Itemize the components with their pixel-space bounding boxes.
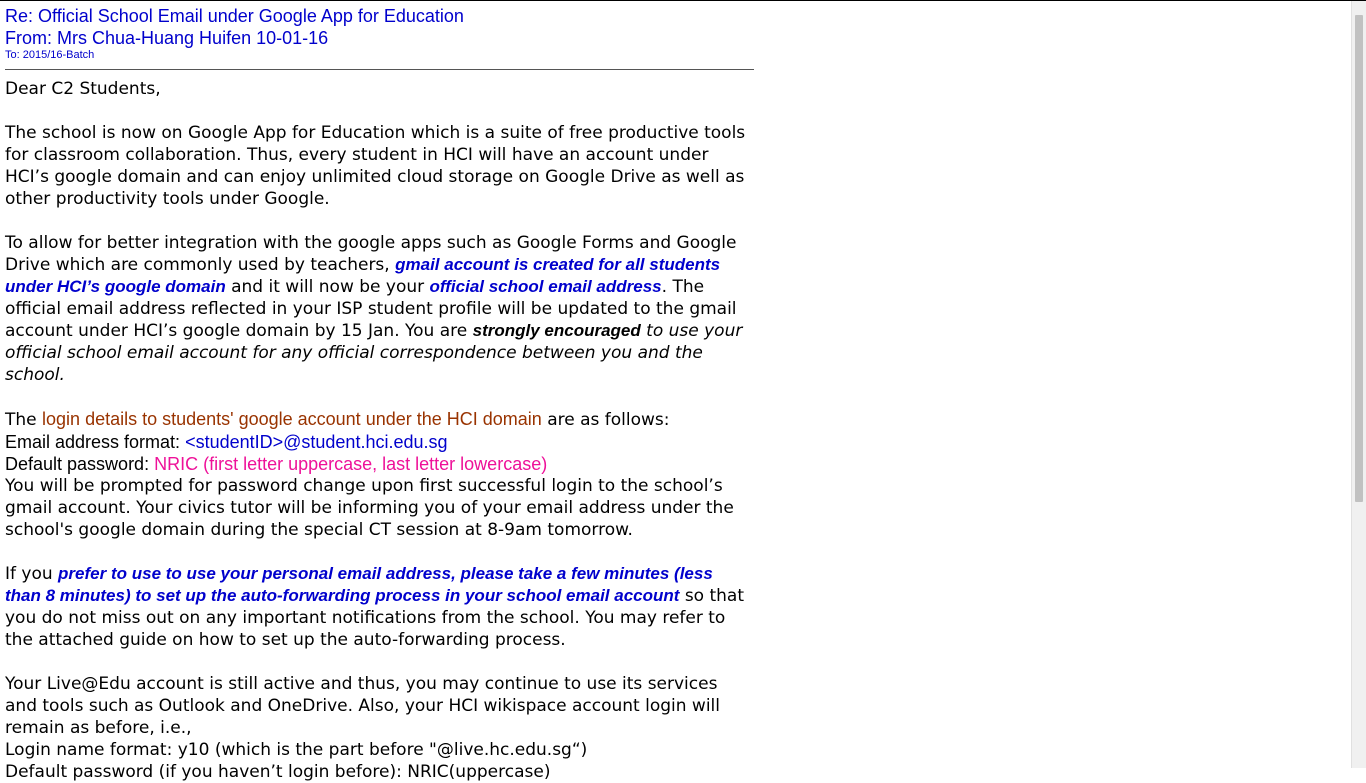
email-from: From: Mrs Chua-Huang Huifen 10-01-16 [5,28,329,48]
top-border [0,0,1366,1]
default-password-value: NRIC (first letter uppercase, last lette… [154,454,548,474]
header-divider [5,69,754,70]
email-message: Re: Official School Email under Google A… [5,5,754,783]
paragraph-forwarding: If you prefer to use to use your persona… [5,563,753,651]
vertical-scrollbar[interactable] [1351,1,1366,768]
emphasis-strongly-encouraged: strongly encouraged [472,321,641,340]
default-password-line: Default password: NRIC (first letter upp… [5,453,753,475]
wikispace-default-password: Default password (if you haven’t login b… [5,762,551,782]
text: and it will now be your [225,277,430,297]
login-intro: The login details to students' google ac… [5,408,753,431]
text: If you [5,564,59,584]
greeting: Dear C2 Students, [5,79,161,99]
paragraph-intro: The school is now on Google App for Educ… [5,123,746,209]
password-change-note: You will be prompted for password change… [5,476,734,540]
email-format-line: Email address format: <studentID>@studen… [5,431,753,453]
paragraph-integration: To allow for better integration with the… [5,232,753,386]
text: are as follows: [541,410,670,430]
emphasis-login-details: login details to students' google accoun… [42,409,542,429]
default-password-label: Default password: [5,454,155,474]
email-to: To: 2015/16-Batch [5,49,95,61]
emphasis-official-email: official school email address [429,277,662,296]
text: The [5,410,43,430]
email-format-value: <studentID>@student.hci.edu.sg [185,432,448,452]
paragraph-live-edu: Your Live@Edu account is still active an… [5,673,753,783]
email-subject: Re: Official School Email under Google A… [5,6,464,26]
login-name-format: Login name format: y10 (which is the par… [5,740,588,760]
paragraph-login-details: The login details to students' google ac… [5,408,753,541]
email-format-label: Email address format: [5,432,186,452]
live-edu-text: Your Live@Edu account is still active an… [5,674,721,738]
scrollbar-thumb[interactable] [1355,15,1363,502]
emphasis-forwarding: prefer to use to use your personal email… [5,564,713,605]
